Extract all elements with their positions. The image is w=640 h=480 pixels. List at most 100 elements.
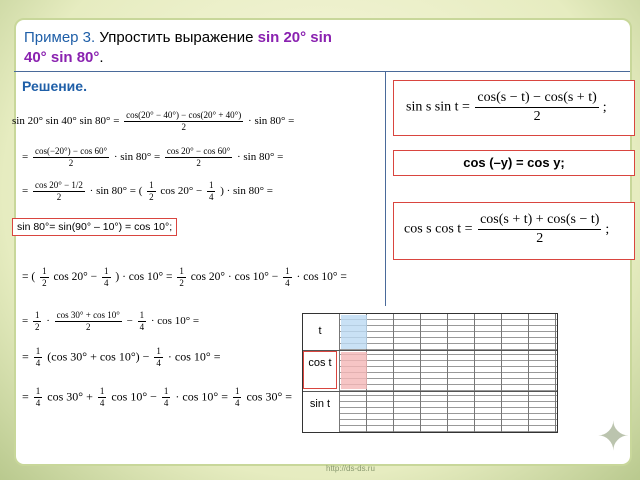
step7-quarter-2: 14 xyxy=(97,386,107,409)
table-row: sin t xyxy=(303,392,557,432)
f3-end: ; xyxy=(605,221,610,237)
step3-tail: ) · sin 80° = xyxy=(220,185,273,198)
quarter-numerator: 1 xyxy=(33,346,43,358)
equals-sign: = xyxy=(22,349,29,364)
product-cos-formula-box: cos s cos t = cos(s + t) + cos(s − t) 2; xyxy=(393,202,635,260)
quarter-denominator: 4 xyxy=(156,358,161,368)
step3-quarter: 14 xyxy=(206,180,216,203)
f1-denominator: 2 xyxy=(533,109,541,124)
half-denominator: 2 xyxy=(42,278,47,288)
cos-even-identity: cos (–y) = cos y; xyxy=(463,155,565,170)
step7-mid: · cos 10° = xyxy=(175,389,228,404)
example-label: Пример 3. xyxy=(24,29,96,46)
quarter-denominator: 4 xyxy=(208,192,214,202)
header-divider xyxy=(14,71,630,72)
row-cells xyxy=(339,392,557,432)
step5-quarter: 14 xyxy=(137,310,147,333)
quarter-numerator: 1 xyxy=(283,266,292,278)
row-label-t: t xyxy=(318,325,322,337)
watermark: http://ds-ds.ru xyxy=(326,464,375,473)
step1-tail: · sin 80° = xyxy=(248,115,295,128)
step2-denominator-b: 2 xyxy=(196,158,201,168)
step5-half: 12 xyxy=(32,310,42,333)
step5-tail: · cos 10° = xyxy=(150,315,200,328)
row-cells xyxy=(339,351,557,391)
compass-decoration-icon: ✦ xyxy=(596,415,630,459)
step-7: = 14 cos 30° + 14 cos 10° − 14 · cos 10°… xyxy=(22,386,292,409)
step3-half: 12 xyxy=(147,180,156,203)
step2-mid: · sin 80° = xyxy=(113,151,161,164)
step7-cos10: cos 10° − xyxy=(111,389,157,404)
product-sin-formula-box: sin s sin t = cos(s − t) − cos(s + t) 2; xyxy=(393,80,635,136)
step7-end: cos 30° = xyxy=(246,389,293,404)
half-denominator: 2 xyxy=(179,278,184,288)
step1-lhs: sin 20° sin 40° sin 80° = xyxy=(12,115,120,128)
step3-cos: cos 20° − xyxy=(160,185,203,198)
step-3: = cos 20° − 1/2 2 · sin 80° = ( 12 cos 20… xyxy=(22,180,273,203)
step2-numerator-b: cos 20° − cos 60° xyxy=(164,146,233,158)
step7-quarter-3: 14 xyxy=(161,386,171,409)
equals-sign: = xyxy=(22,389,29,404)
expression-line2: 40° sin 80° xyxy=(24,49,100,66)
quarter-denominator: 4 xyxy=(234,398,240,408)
quarter-denominator: 4 xyxy=(104,278,109,288)
half-numerator: 1 xyxy=(177,266,186,278)
instruction-text: Упростить выражение xyxy=(95,29,258,46)
step5-denominator: 2 xyxy=(86,322,91,332)
step3-mid: · sin 80° = ( xyxy=(89,185,143,198)
quarter-denominator: 4 xyxy=(35,398,41,408)
step5-fraction: cos 30° + cos 10° 2 xyxy=(54,310,122,333)
step4-quarter: 14 xyxy=(102,266,111,289)
step1-denominator: 2 xyxy=(181,122,186,132)
step2-fraction-b: cos 20° − cos 60° 2 xyxy=(164,146,233,169)
step-1: sin 20° sin 40° sin 80° = cos(20° − 40°)… xyxy=(12,110,294,133)
quarter-denominator: 4 xyxy=(35,358,41,368)
step6-quarter-2: 14 xyxy=(154,346,163,369)
half-numerator: 1 xyxy=(32,310,42,322)
column-divider xyxy=(385,71,386,306)
step6-tail: · cos 10° = xyxy=(167,349,221,364)
table-row: cos t xyxy=(303,351,557,392)
half-numerator: 1 xyxy=(40,266,49,278)
step-2: = cos(−20°) − cos 60° 2 · sin 80° = cos 2… xyxy=(22,146,283,169)
trig-values-table: t cos t sin t xyxy=(302,313,558,433)
step1-numerator: cos(20° − 40°) − cos(20° + 40°) xyxy=(124,110,244,122)
f3-numerator: cos(s + t) + cos(s − t) xyxy=(478,211,602,230)
quarter-numerator: 1 xyxy=(232,386,242,398)
half-denominator: 2 xyxy=(34,322,40,332)
step7-cos30: cos 30° + xyxy=(47,389,93,404)
step5-numerator: cos 30° + cos 10° xyxy=(54,310,122,322)
equals-sign: = xyxy=(22,185,29,198)
equals-sign: = xyxy=(22,315,29,328)
step7-quarter-4: 14 xyxy=(232,386,242,409)
quarter-numerator: 1 xyxy=(154,346,163,358)
sin80-identity: sin 80°= sin(90° – 10°) = cos 10°; xyxy=(17,221,173,233)
step2-numerator-a: cos(−20°) − cos 60° xyxy=(32,146,110,158)
quarter-numerator: 1 xyxy=(137,310,147,322)
quarter-numerator: 1 xyxy=(102,266,111,278)
step3-numerator-a: cos 20° − 1/2 xyxy=(32,180,85,192)
header-period: . xyxy=(99,49,104,66)
row-label-cos: cos t xyxy=(308,357,332,369)
step4-tail: · cos 10° = xyxy=(296,271,347,284)
step4-open: = ( xyxy=(22,271,36,284)
equals-sign: = xyxy=(22,151,29,164)
step4-quarter-2: 14 xyxy=(283,266,292,289)
step4-cos: cos 20° − xyxy=(53,271,98,284)
step-6: = 14 (cos 30° + cos 10°) − 14 · cos 10° … xyxy=(22,346,220,369)
step2-denominator-a: 2 xyxy=(68,158,74,168)
quarter-numerator: 1 xyxy=(33,386,43,398)
quarter-numerator: 1 xyxy=(97,386,107,398)
step-5: = 12 · cos 30° + cos 10° 2 − 14 · cos 10°… xyxy=(22,310,200,333)
example-header: Пример 3. Упростить выражение sin 20° si… xyxy=(24,28,404,68)
cos-even-box: cos (–y) = cos y; xyxy=(393,150,635,176)
quarter-numerator: 1 xyxy=(161,386,171,398)
quarter-numerator: 1 xyxy=(206,180,216,192)
highlight-cell-pink xyxy=(341,352,367,389)
step6-open: (cos 30° + cos 10°) − xyxy=(47,349,150,364)
quarter-denominator: 4 xyxy=(99,398,105,408)
half-denominator: 2 xyxy=(149,192,154,202)
f3-lhs: cos s cos t = xyxy=(404,221,473,237)
f1-end: ; xyxy=(602,99,607,115)
sin80-identity-box: sin 80°= sin(90° – 10°) = cos 10°; xyxy=(12,218,178,236)
